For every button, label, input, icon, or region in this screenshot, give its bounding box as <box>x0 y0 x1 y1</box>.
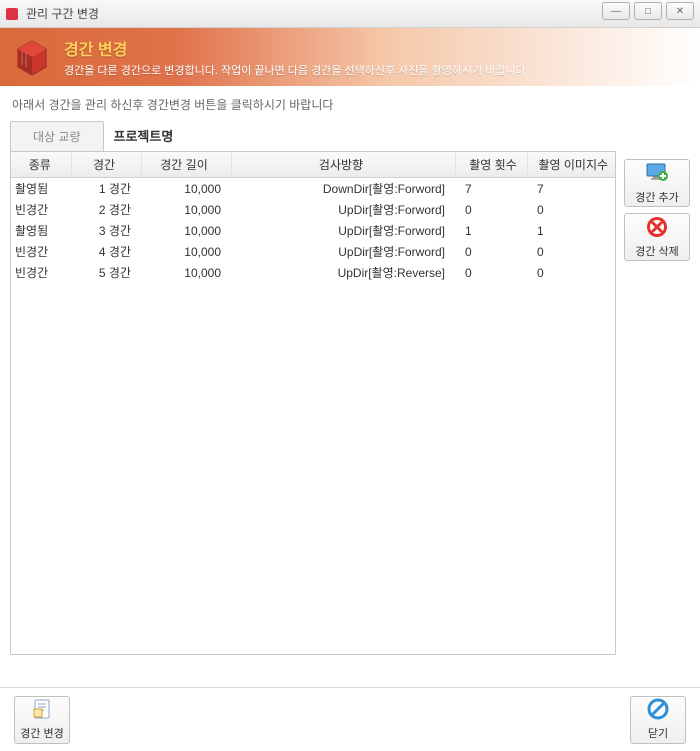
cell-type: 빈경간 <box>11 262 71 283</box>
cell-type: 촬영됨 <box>11 178 71 200</box>
table-row[interactable]: 빈경간4 경간10,000UpDir[촬영:Forword]00 <box>11 241 615 262</box>
footer: 경간 변경 닫기 <box>0 687 700 751</box>
cell-span: 3 경간 <box>71 220 141 241</box>
close-window-button[interactable]: ✕ <box>666 2 694 20</box>
instruction-text: 아래서 경간을 관리 하신후 경간변경 버튼을 클릭하시기 바랍니다 <box>0 86 700 119</box>
cell-length: 10,000 <box>141 262 231 283</box>
cell-images: 0 <box>527 199 615 220</box>
cell-shots: 0 <box>455 241 527 262</box>
monitor-plus-icon <box>645 162 669 187</box>
cell-images: 7 <box>527 178 615 200</box>
cell-direction: UpDir[촬영:Forword] <box>231 241 455 262</box>
delete-span-label: 경간 삭제 <box>635 243 679 259</box>
tab-target-bridge[interactable]: 대상 교량 <box>10 121 104 151</box>
col-header-images[interactable]: 촬영 이미지수 <box>527 152 615 178</box>
cell-length: 10,000 <box>141 178 231 200</box>
change-span-button[interactable]: 경간 변경 <box>14 696 70 744</box>
close-button[interactable]: 닫기 <box>630 696 686 744</box>
cell-type: 빈경간 <box>11 241 71 262</box>
document-icon <box>30 698 54 723</box>
prohibit-icon <box>646 698 670 723</box>
cell-direction: UpDir[촬영:Forword] <box>231 220 455 241</box>
add-span-button[interactable]: 경간 추가 <box>624 159 690 207</box>
cell-span: 2 경간 <box>71 199 141 220</box>
close-label: 닫기 <box>648 725 668 741</box>
header-subtitle: 경간을 다른 경간으로 변경합니다. 작업이 끝나면 다음 경간을 선택하신후 … <box>64 62 526 78</box>
window-controls: — □ ✕ <box>602 2 694 20</box>
delete-x-icon <box>645 216 669 241</box>
cell-length: 10,000 <box>141 241 231 262</box>
window-title: 관리 구간 변경 <box>26 5 99 22</box>
cell-span: 5 경간 <box>71 262 141 283</box>
cell-span: 4 경간 <box>71 241 141 262</box>
app-icon <box>4 6 20 22</box>
cell-span: 1 경간 <box>71 178 141 200</box>
change-span-label: 경간 변경 <box>20 725 64 741</box>
grid-header-row: 종류 경간 경간 길이 검사방향 촬영 횟수 촬영 이미지수 <box>11 152 615 178</box>
titlebar: 관리 구간 변경 — □ ✕ <box>0 0 700 28</box>
col-header-direction[interactable]: 검사방향 <box>231 152 455 178</box>
add-span-label: 경간 추가 <box>635 189 679 205</box>
cell-shots: 0 <box>455 199 527 220</box>
cell-images: 1 <box>527 220 615 241</box>
cell-images: 0 <box>527 241 615 262</box>
cell-direction: DownDir[촬영:Forword] <box>231 178 455 200</box>
cell-type: 빈경간 <box>11 199 71 220</box>
maximize-button[interactable]: □ <box>634 2 662 20</box>
col-header-shots[interactable]: 촬영 횟수 <box>455 152 527 178</box>
cell-length: 10,000 <box>141 199 231 220</box>
col-header-span[interactable]: 경간 <box>71 152 141 178</box>
header-strip: 경간 변경 경간을 다른 경간으로 변경합니다. 작업이 끝나면 다음 경간을 … <box>0 28 700 86</box>
table-row[interactable]: 빈경간5 경간10,000UpDir[촬영:Reverse]00 <box>11 262 615 283</box>
col-header-length[interactable]: 경간 길이 <box>141 152 231 178</box>
cell-direction: UpDir[촬영:Reverse] <box>231 262 455 283</box>
header-cube-icon <box>10 35 54 79</box>
cell-shots: 7 <box>455 178 527 200</box>
minimize-button[interactable]: — <box>602 2 630 20</box>
cell-length: 10,000 <box>141 220 231 241</box>
span-grid[interactable]: 종류 경간 경간 길이 검사방향 촬영 횟수 촬영 이미지수 촬영됨1 경간10… <box>10 151 616 655</box>
cell-shots: 0 <box>455 262 527 283</box>
delete-span-button[interactable]: 경간 삭제 <box>624 213 690 261</box>
table-row[interactable]: 촬영됨3 경간10,000UpDir[촬영:Forword]11 <box>11 220 615 241</box>
table-row[interactable]: 빈경간2 경간10,000UpDir[촬영:Forword]00 <box>11 199 615 220</box>
cell-direction: UpDir[촬영:Forword] <box>231 199 455 220</box>
cell-type: 촬영됨 <box>11 220 71 241</box>
cell-images: 0 <box>527 262 615 283</box>
table-row[interactable]: 촬영됨1 경간10,000DownDir[촬영:Forword]77 <box>11 178 615 200</box>
col-header-type[interactable]: 종류 <box>11 152 71 178</box>
cell-shots: 1 <box>455 220 527 241</box>
header-title: 경간 변경 <box>64 36 526 60</box>
project-name-label: 프로젝트명 <box>114 126 174 151</box>
